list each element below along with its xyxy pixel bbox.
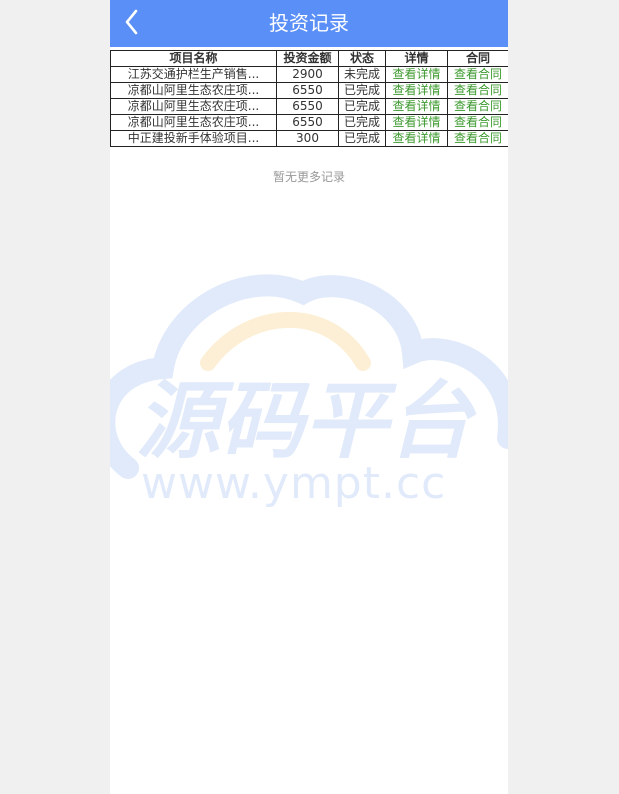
view-detail-link[interactable]: 查看详情	[385, 98, 448, 115]
status-cell: 未完成	[338, 66, 386, 83]
view-contract-link[interactable]: 查看合同	[447, 98, 508, 115]
view-detail-link[interactable]: 查看详情	[385, 82, 448, 99]
watermark-url-text: www.ympt.cc	[141, 458, 447, 509]
status-cell: 已完成	[338, 82, 386, 99]
amount-cell: 300	[276, 130, 339, 147]
column-header-amount: 投资金额	[276, 50, 339, 67]
table-header-row: 项目名称 投资金额 状态 详情 合同	[110, 50, 508, 67]
project-name-cell: 凉都山阿里生态农庄项...	[110, 82, 277, 99]
page-title: 投资记录	[269, 11, 349, 35]
view-detail-link[interactable]: 查看详情	[385, 114, 448, 131]
view-contract-link[interactable]: 查看合同	[447, 66, 508, 83]
amount-cell: 6550	[276, 82, 339, 99]
status-cell: 已完成	[338, 98, 386, 115]
view-contract-link[interactable]: 查看合同	[447, 130, 508, 147]
header-bar: 投资记录	[110, 0, 508, 47]
table-row: 凉都山阿里生态农庄项... 6550 已完成 查看详情 查看合同	[110, 98, 508, 115]
view-detail-link[interactable]: 查看详情	[385, 66, 448, 83]
project-name-cell: 凉都山阿里生态农庄项...	[110, 98, 277, 115]
status-cell: 已完成	[338, 130, 386, 147]
project-name-cell: 凉都山阿里生态农庄项...	[110, 114, 277, 131]
project-name-cell: 中正建投新手体验项目...	[110, 130, 277, 147]
column-header-project-name: 项目名称	[110, 50, 277, 67]
amount-cell: 6550	[276, 114, 339, 131]
app-container: 投资记录 项目名称 投资金额 状态 详情 合同 江苏交通护栏生产销售... 29…	[110, 0, 508, 794]
table-row: 中正建投新手体验项目... 300 已完成 查看详情 查看合同	[110, 130, 508, 147]
view-contract-link[interactable]: 查看合同	[447, 82, 508, 99]
watermark-logo-text: 源码平台	[136, 372, 477, 470]
column-header-status: 状态	[338, 50, 386, 67]
watermark: 源码平台 www.ympt.cc	[110, 268, 508, 518]
table-row: 凉都山阿里生态农庄项... 6550 已完成 查看详情 查看合同	[110, 82, 508, 99]
investment-table: 项目名称 投资金额 状态 详情 合同 江苏交通护栏生产销售... 2900 未完…	[110, 50, 508, 147]
column-header-contract: 合同	[447, 50, 508, 67]
no-more-records-text: 暂无更多记录	[272, 170, 345, 184]
status-cell: 已完成	[338, 114, 386, 131]
table-row: 凉都山阿里生态农庄项... 6550 已完成 查看详情 查看合同	[110, 114, 508, 131]
amount-cell: 6550	[276, 98, 339, 115]
column-header-detail: 详情	[385, 50, 448, 67]
view-contract-link[interactable]: 查看合同	[447, 114, 508, 131]
project-name-cell: 江苏交通护栏生产销售...	[110, 66, 277, 83]
view-detail-link[interactable]: 查看详情	[385, 130, 448, 147]
cloud-logo-icon: 源码平台	[110, 274, 508, 479]
table-row: 江苏交通护栏生产销售... 2900 未完成 查看详情 查看合同	[110, 66, 508, 83]
amount-cell: 2900	[276, 66, 339, 83]
